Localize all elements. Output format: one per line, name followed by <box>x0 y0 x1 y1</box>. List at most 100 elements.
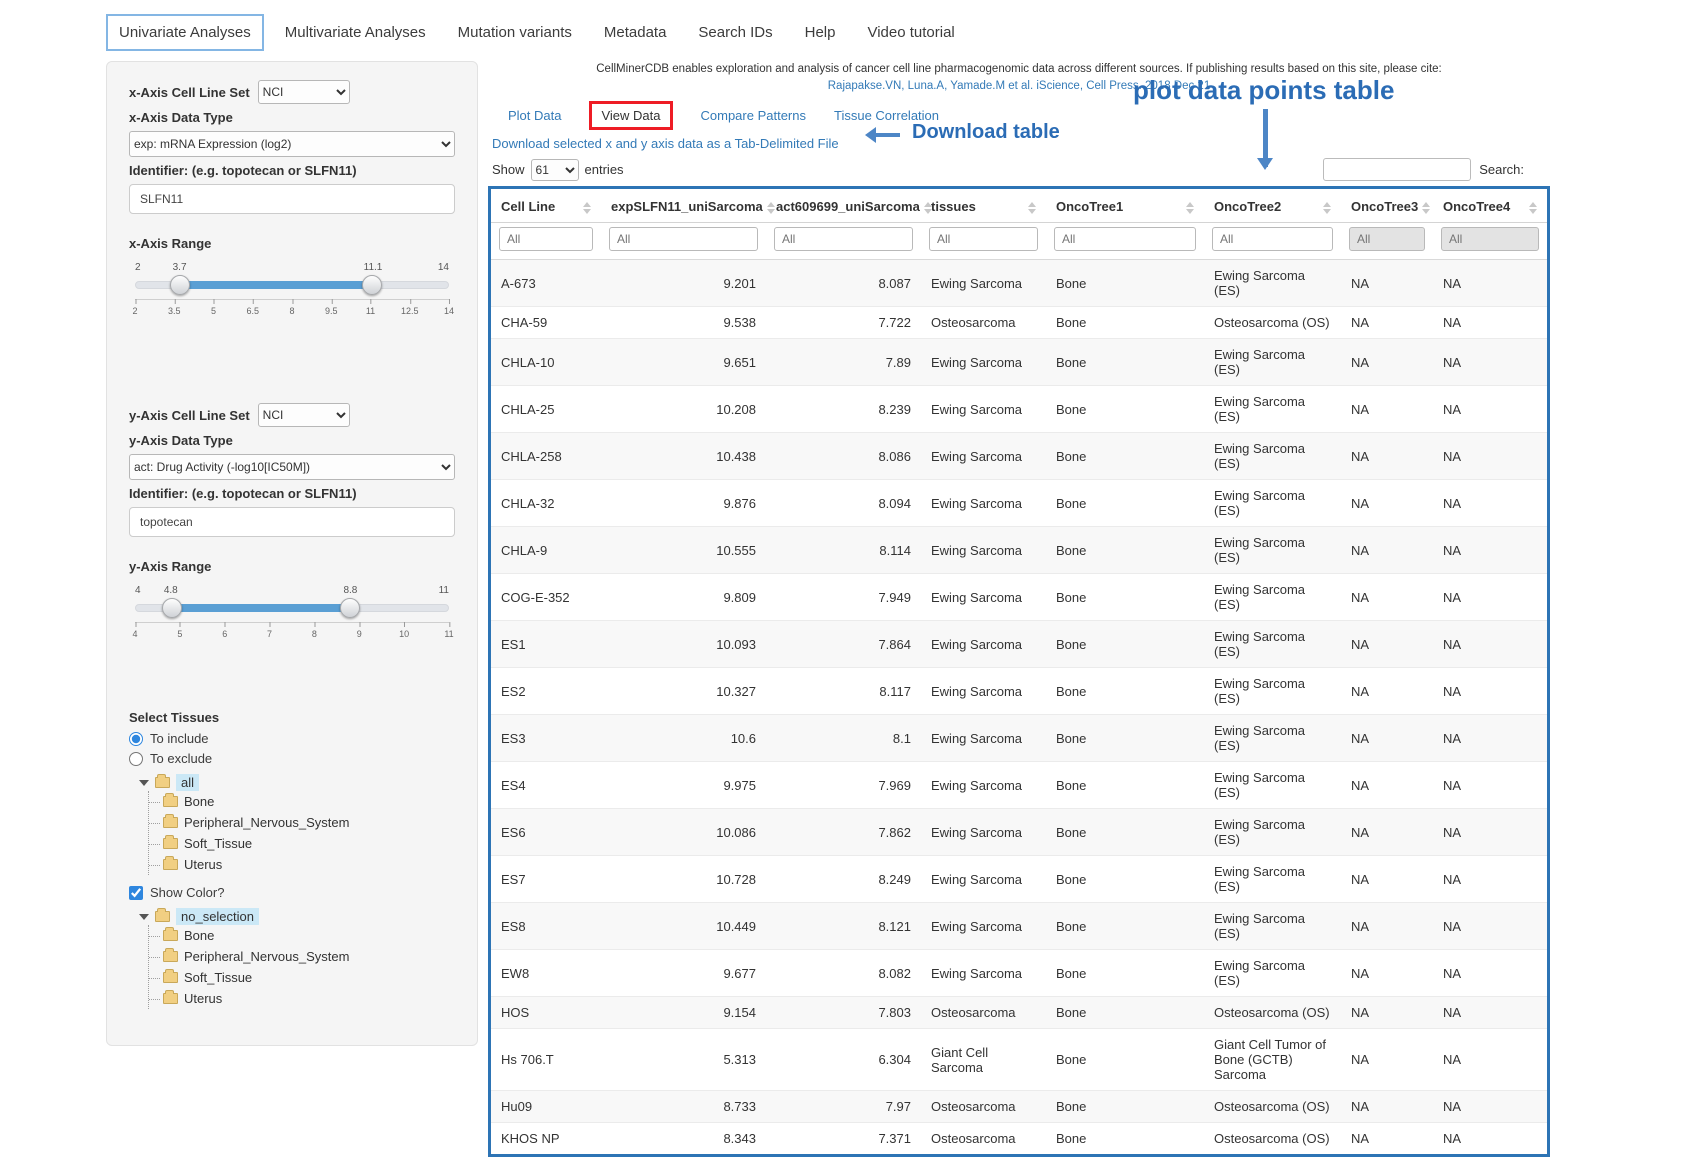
tree-item-uterus[interactable]: Uterus <box>149 854 455 875</box>
show-color-option[interactable]: Show Color? <box>129 885 455 900</box>
tree-item-bone[interactable]: Bone <box>149 925 455 946</box>
tree-item-soft-tissue[interactable]: Soft_Tissue <box>149 967 455 988</box>
show-color-checkbox[interactable] <box>129 886 143 900</box>
x-cell-line-set-select[interactable]: NCI <box>258 80 350 104</box>
sort-icon[interactable] <box>1529 202 1537 214</box>
nav-tab-univariate-analyses[interactable]: Univariate Analyses <box>106 14 264 51</box>
caret-down-icon[interactable] <box>139 780 149 786</box>
table-cell: Ewing Sarcoma <box>921 950 1046 997</box>
column-filter-expslfn11-unisarcoma[interactable] <box>609 227 758 251</box>
entries-select[interactable]: 61 <box>531 159 579 181</box>
tree-item-peripheral-nervous-system[interactable]: Peripheral_Nervous_System <box>149 946 455 967</box>
subtab-compare-patterns[interactable]: Compare Patterns <box>701 108 807 123</box>
nav-tab-mutation-variants[interactable]: Mutation variants <box>447 16 583 49</box>
table-cell: NA <box>1433 856 1547 903</box>
y-range-slider[interactable]: 4 4.8 8.8 11 4567891011 <box>135 604 449 670</box>
sort-icon[interactable] <box>767 202 775 214</box>
tree-item-soft-tissue[interactable]: Soft_Tissue <box>149 833 455 854</box>
y-range-handle-low[interactable] <box>162 598 182 618</box>
column-filter-cell-line[interactable] <box>499 227 593 251</box>
sort-icon[interactable] <box>1186 202 1194 214</box>
column-header-oncotree1[interactable]: OncoTree1 <box>1046 189 1204 223</box>
table-cell: ES7 <box>491 856 601 903</box>
sort-icon[interactable] <box>1422 202 1430 214</box>
table-cell: NA <box>1433 1029 1547 1091</box>
tree-item-label: Uterus <box>184 991 222 1006</box>
y-cell-line-set-select[interactable]: NCI <box>258 403 350 427</box>
x-data-type-select[interactable]: exp: mRNA Expression (log2) <box>129 131 455 157</box>
table-cell: CHLA-10 <box>491 339 601 386</box>
caret-down-icon[interactable] <box>139 914 149 920</box>
content: x-Axis Cell Line Set NCI x-Axis Data Typ… <box>106 61 1700 1157</box>
nav-tab-help[interactable]: Help <box>794 16 847 49</box>
nav-tab-search-ids[interactable]: Search IDs <box>687 16 783 49</box>
column-header-expslfn11-unisarcoma[interactable]: expSLFN11_uniSarcoma <box>601 189 766 223</box>
table-cell: Ewing Sarcoma (ES) <box>1204 527 1341 574</box>
x-range-handle-high[interactable] <box>362 275 382 295</box>
sort-icon[interactable] <box>583 202 591 214</box>
column-header-oncotree2[interactable]: OncoTree2 <box>1204 189 1341 223</box>
column-header-act609699-unisarcoma[interactable]: act609699_uniSarcoma <box>766 189 921 223</box>
slider-tick-label: 8 <box>289 306 294 316</box>
x-range-slider[interactable]: 2 3.7 11.1 14 23.556.589.51112.514 <box>135 281 449 347</box>
table-cell: EW8 <box>491 950 601 997</box>
slider-tick-label: 11 <box>366 306 375 316</box>
tree-root-label[interactable]: no_selection <box>176 908 259 925</box>
folder-icon <box>163 838 178 849</box>
table-cell: Ewing Sarcoma (ES) <box>1204 715 1341 762</box>
x-identifier-input[interactable] <box>129 184 455 214</box>
table-cell: NA <box>1341 574 1433 621</box>
nav-tab-video-tutorial[interactable]: Video tutorial <box>856 16 965 49</box>
y-data-type-select[interactable]: act: Drug Activity (-log10[IC50M]) <box>129 454 455 480</box>
column-header-oncotree3[interactable]: OncoTree3 <box>1341 189 1433 223</box>
table-cell: CHLA-258 <box>491 433 601 480</box>
tree-item-uterus[interactable]: Uterus <box>149 988 455 1009</box>
download-link[interactable]: Download selected x and y axis data as a… <box>492 136 839 151</box>
x-range-track[interactable] <box>135 281 449 289</box>
tissues-exclude-option[interactable]: To exclude <box>129 751 455 766</box>
column-filter-tissues[interactable] <box>929 227 1038 251</box>
table-cell: NA <box>1341 715 1433 762</box>
tree-root-label[interactable]: all <box>176 774 199 791</box>
nav-tab-metadata[interactable]: Metadata <box>593 16 678 49</box>
tree-item-peripheral-nervous-system[interactable]: Peripheral_Nervous_System <box>149 812 455 833</box>
y-range-track[interactable] <box>135 604 449 612</box>
y-identifier-input[interactable] <box>129 507 455 537</box>
exclude-radio-label: To exclude <box>150 751 212 766</box>
table-cell: Bone <box>1046 715 1204 762</box>
include-radio[interactable] <box>129 732 143 746</box>
search-group: Search: <box>1323 158 1524 181</box>
slider-tick-label: 8 <box>312 629 317 639</box>
filter-cell <box>601 223 766 260</box>
subtab-view-data[interactable]: View Data <box>589 101 672 130</box>
column-header-cell-line[interactable]: Cell Line <box>491 189 601 223</box>
table-cell: 8.086 <box>766 433 921 480</box>
table-cell: Ewing Sarcoma (ES) <box>1204 950 1341 997</box>
column-filter-oncotree1[interactable] <box>1054 227 1196 251</box>
tree-root-no-selection[interactable]: no_selection <box>139 908 455 925</box>
search-input[interactable] <box>1323 158 1471 181</box>
sort-icon[interactable] <box>1028 202 1036 214</box>
table-cell: NA <box>1433 1123 1547 1155</box>
table-cell: 10.438 <box>601 433 766 480</box>
column-filter-oncotree2[interactable] <box>1212 227 1333 251</box>
exclude-radio[interactable] <box>129 752 143 766</box>
table-cell: ES2 <box>491 668 601 715</box>
column-header-oncotree4[interactable]: OncoTree4 <box>1433 189 1547 223</box>
tissues-include-option[interactable]: To include <box>129 731 455 746</box>
column-filter-act609699-unisarcoma[interactable] <box>774 227 913 251</box>
table-cell: COG-E-352 <box>491 574 601 621</box>
table-cell: 7.969 <box>766 762 921 809</box>
x-range-min-label: 2 <box>135 262 141 273</box>
table-cell: Ewing Sarcoma (ES) <box>1204 433 1341 480</box>
table-cell: Bone <box>1046 903 1204 950</box>
y-range-handle-high[interactable] <box>340 598 360 618</box>
table-cell: Ewing Sarcoma <box>921 715 1046 762</box>
tree-root-all[interactable]: all <box>139 774 455 791</box>
column-header-tissues[interactable]: tissues <box>921 189 1046 223</box>
tree-item-bone[interactable]: Bone <box>149 791 455 812</box>
nav-tab-multivariate-analyses[interactable]: Multivariate Analyses <box>274 16 437 49</box>
subtab-plot-data[interactable]: Plot Data <box>508 108 561 123</box>
sort-icon[interactable] <box>1323 202 1331 214</box>
x-range-handle-low[interactable] <box>170 275 190 295</box>
